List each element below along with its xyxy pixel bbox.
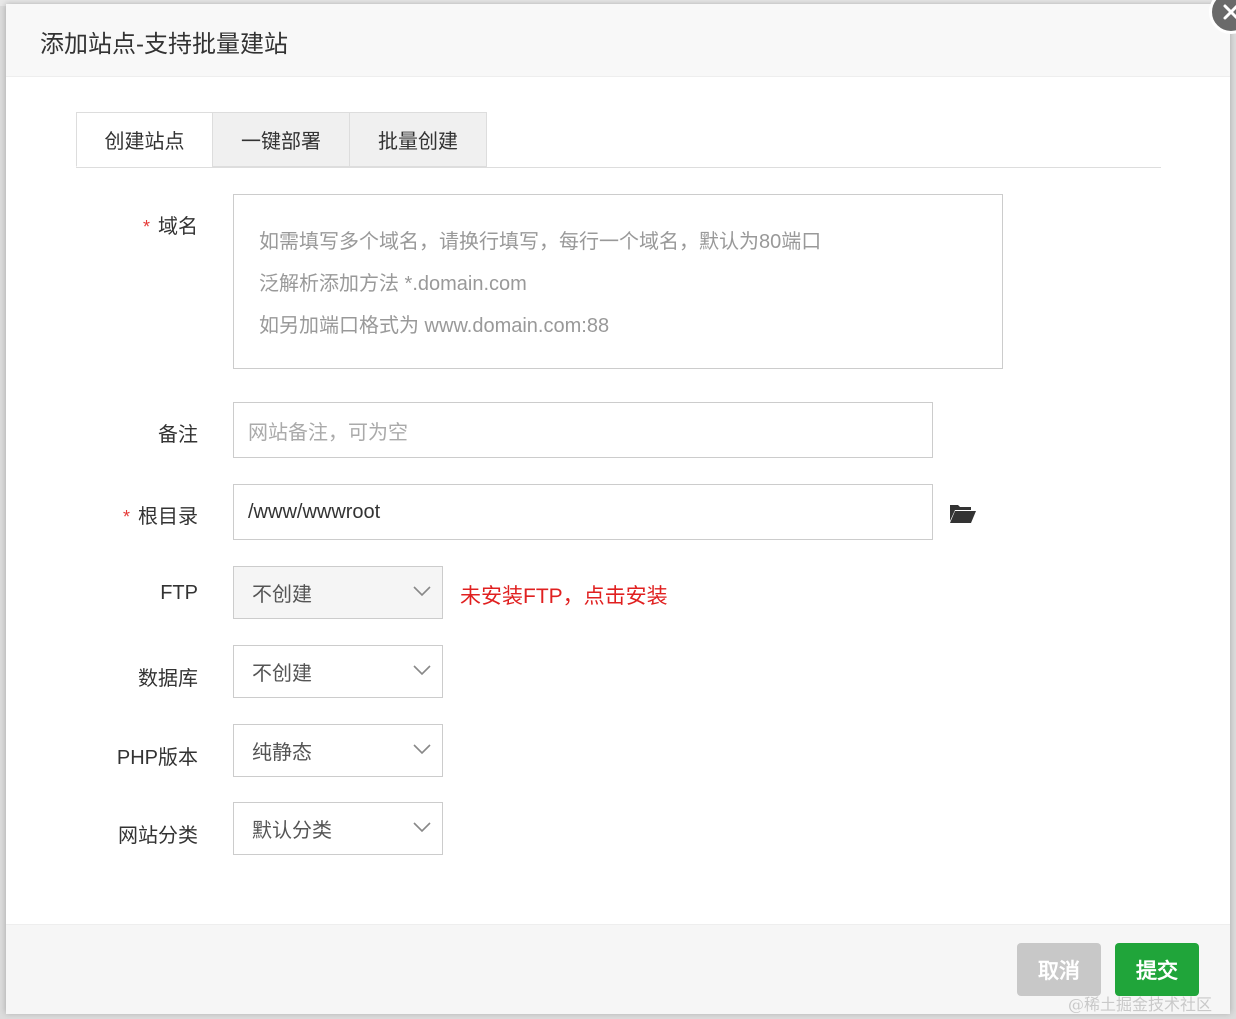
site-category-select[interactable]: 默认分类: [233, 802, 443, 855]
remark-label: 备注: [158, 424, 198, 446]
ftp-select-value: 不创建: [252, 584, 312, 606]
required-mark: *: [122, 507, 130, 527]
root-dir-label: * 根目录: [0, 500, 198, 529]
tab-batch-create[interactable]: 批量创建: [349, 112, 487, 167]
ftp-label: FTP: [160, 582, 198, 604]
root-dir-label-text: 根目录: [138, 506, 198, 528]
tab-create-site[interactable]: 创建站点: [76, 112, 213, 167]
chevron-down-icon: [413, 744, 431, 755]
install-ftp-link[interactable]: 未安装FTP，点击安装: [460, 580, 668, 610]
site-category-select-value: 默认分类: [252, 820, 332, 842]
required-mark: *: [142, 217, 150, 237]
php-version-select-value: 纯静态: [252, 742, 312, 764]
root-dir-input[interactable]: /www/wwwroot: [233, 484, 933, 540]
database-select-value: 不创建: [252, 663, 312, 685]
chevron-down-icon: [413, 665, 431, 676]
domain-placeholder-line: 泛解析添加方法 *.domain.com: [259, 273, 527, 295]
database-label: 数据库: [138, 668, 198, 690]
domain-placeholder-line: 如需填写多个域名，请换行填写，每行一个域名，默认为80端口: [259, 231, 822, 253]
domain-textarea[interactable]: 如需填写多个域名，请换行填写，每行一个域名，默认为80端口 泛解析添加方法 *.…: [233, 194, 1003, 369]
database-select[interactable]: 不创建: [233, 645, 443, 698]
php-version-select[interactable]: 纯静态: [233, 724, 443, 777]
folder-open-icon[interactable]: [949, 502, 977, 524]
ftp-select[interactable]: 不创建: [233, 566, 443, 619]
dialog-header: 添加站点-支持批量建站: [6, 4, 1230, 77]
tab-bar: 创建站点 一键部署 批量创建: [76, 112, 1161, 168]
site-category-label: 网站分类: [118, 825, 198, 847]
close-icon: [1223, 4, 1236, 20]
watermark: @稀土掘金技术社区: [1068, 995, 1213, 1014]
submit-button[interactable]: 提交: [1115, 943, 1199, 996]
php-version-label: PHP版本: [116, 747, 198, 769]
add-site-dialog: 添加站点-支持批量建站 创建站点 一键部署 批量创建 * 域名 如需填写多个域名，…: [6, 0, 1236, 1014]
chevron-down-icon: [413, 586, 431, 597]
domain-label-text: 域名: [158, 216, 198, 238]
dialog-title: 添加站点-支持批量建站: [40, 31, 288, 58]
domain-placeholder-line: 如另加端口格式为 www.domain.com:88: [259, 315, 610, 337]
remark-input[interactable]: 网站备注，可为空: [233, 402, 933, 458]
cancel-button[interactable]: 取消: [1017, 943, 1101, 996]
chevron-down-icon: [413, 822, 431, 833]
tab-one-click-deploy[interactable]: 一键部署: [212, 112, 350, 167]
domain-label: * 域名: [0, 210, 198, 239]
